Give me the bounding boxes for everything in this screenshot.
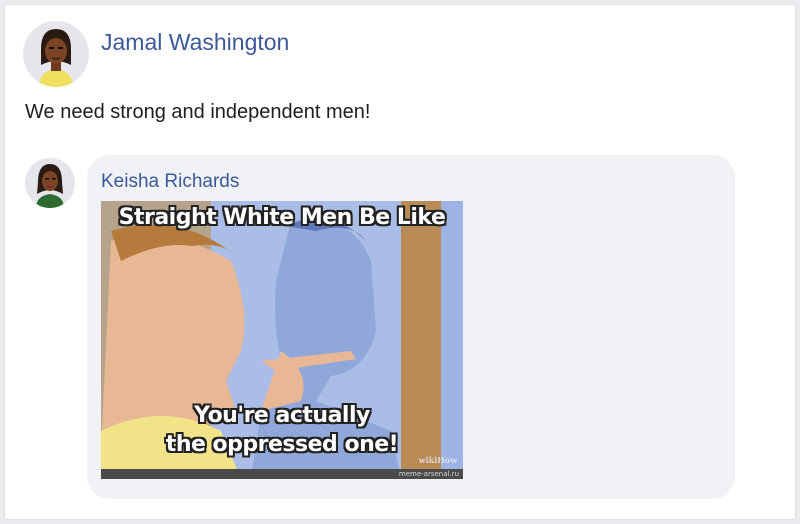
person-avatar-icon xyxy=(36,164,64,208)
meme-bottom-text-line-1: You're actually xyxy=(194,403,370,428)
post-text: We need strong and independent men! xyxy=(25,101,371,123)
meme-top-text: Straight White Men Be Like xyxy=(118,205,446,230)
post-card: Jamal Washington We need strong and inde… xyxy=(4,4,796,520)
meme-image[interactable]: Straight White Men Be Like You're actual… xyxy=(101,201,463,479)
comment-bubble: Keisha Richards Straight White Men Be Li… xyxy=(87,155,735,499)
meme-footer-text: meme-arsenal.ru xyxy=(398,470,459,478)
meme-bottom-text-line-2: the oppressed one! xyxy=(165,432,399,457)
meme-watermark: wikiHow xyxy=(418,455,457,465)
person-avatar-icon xyxy=(39,29,73,87)
commenter-avatar[interactable] xyxy=(25,158,75,208)
author-avatar[interactable] xyxy=(23,21,89,87)
post-author-name[interactable]: Jamal Washington xyxy=(101,29,289,56)
comment-author-name[interactable]: Keisha Richards xyxy=(101,171,239,193)
meme-bottom-text: You're actually the oppressed one! xyxy=(101,401,463,459)
meme-footer-bar: meme-arsenal.ru xyxy=(101,469,463,479)
